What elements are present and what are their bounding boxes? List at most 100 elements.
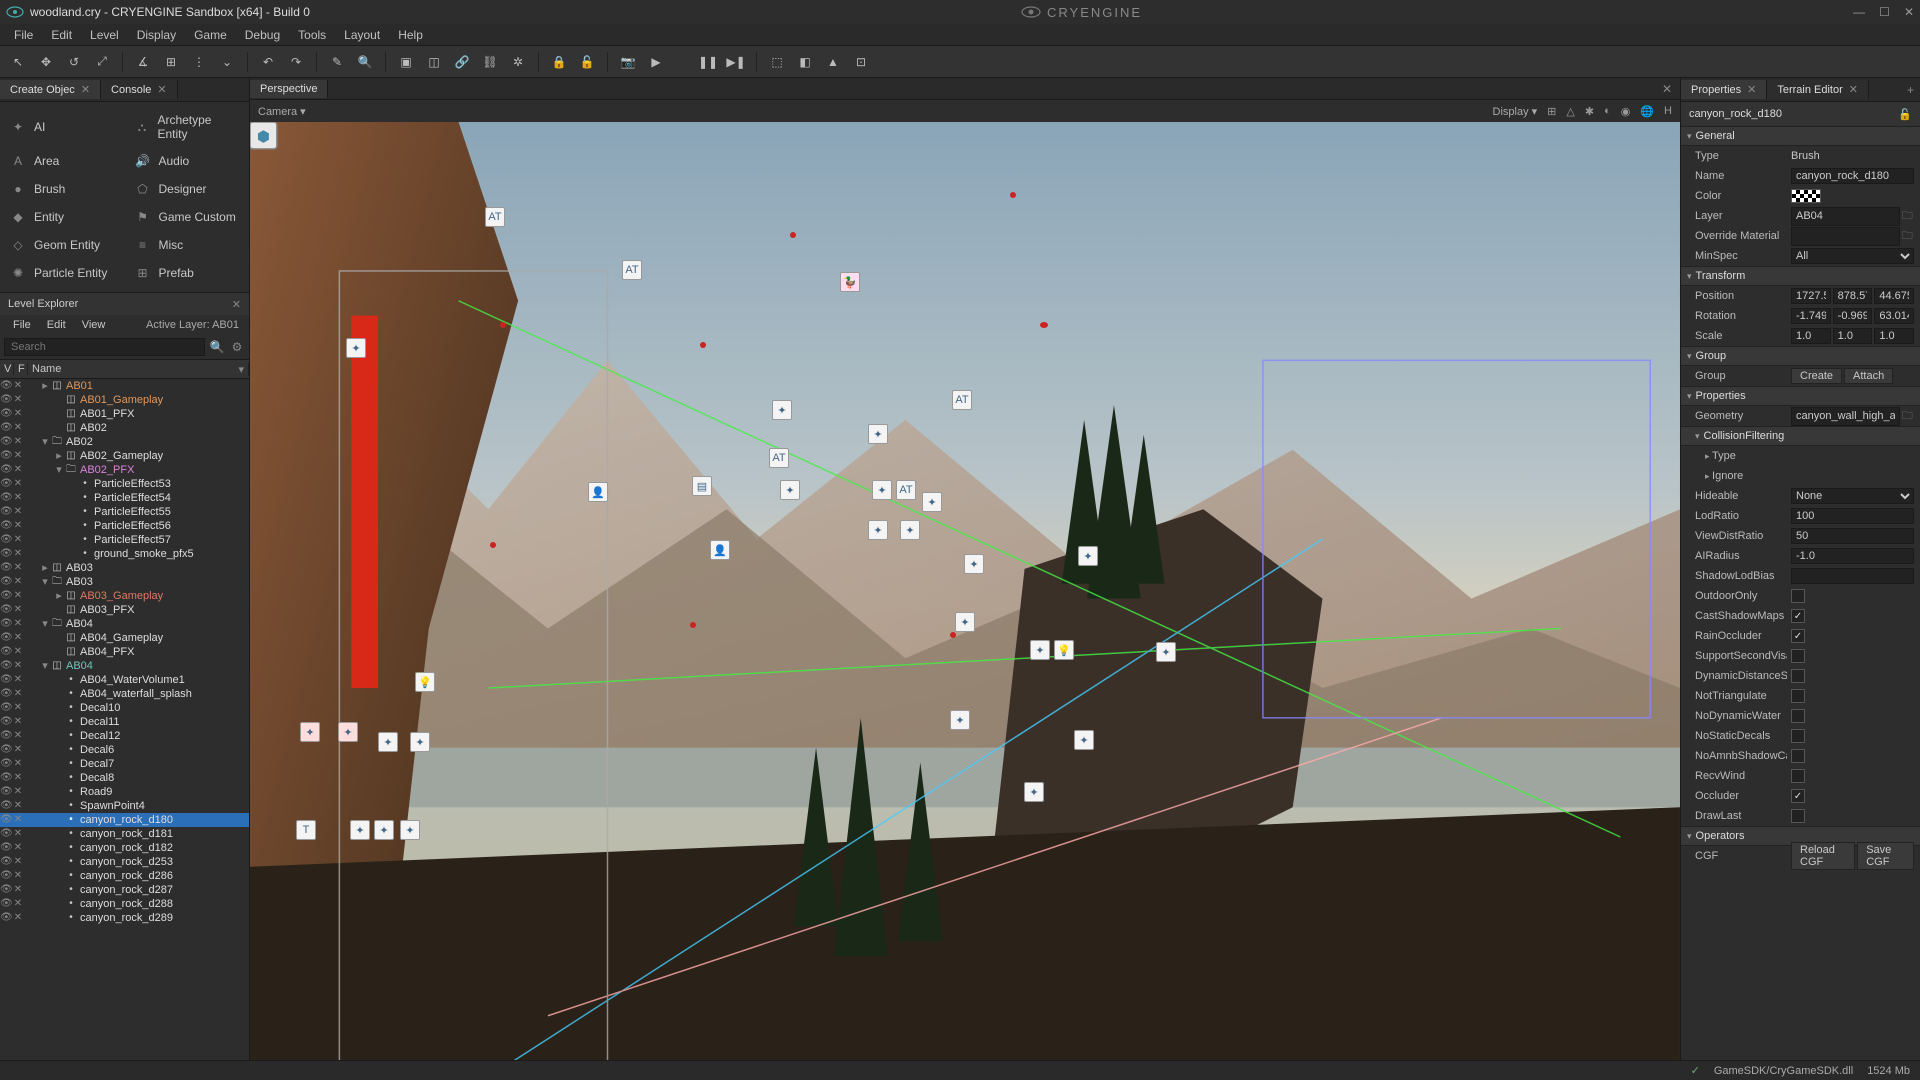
tree-item[interactable]: 👁✕•canyon_rock_d181 — [0, 827, 249, 841]
visibility-icon[interactable]: 👁 — [0, 883, 12, 897]
scale-y-input[interactable] — [1833, 328, 1873, 344]
menu-game[interactable]: Game — [186, 26, 235, 44]
save-cgf-button[interactable]: Save CGF — [1857, 842, 1914, 870]
castshadow-checkbox[interactable]: ✓ — [1791, 609, 1805, 623]
freeze-icon[interactable]: ✕ — [12, 589, 24, 603]
create-prefab[interactable]: ⊞Prefab — [129, 260, 246, 286]
col-visibility[interactable]: V — [0, 363, 14, 375]
tree-item[interactable]: 👁✕▸◫AB03 — [0, 561, 249, 575]
folder-icon[interactable]: 🗀 — [1902, 207, 1914, 226]
shadowlod-input[interactable] — [1791, 568, 1914, 584]
tree-item[interactable]: 👁✕•ParticleEffect53 — [0, 477, 249, 491]
freeze-icon[interactable]: ✕ — [12, 561, 24, 575]
freeze-icon[interactable]: ✕ — [12, 883, 24, 897]
rot-z-input[interactable] — [1874, 308, 1914, 324]
pos-x-input[interactable] — [1791, 288, 1831, 304]
le-menu-edit[interactable]: Edit — [40, 318, 73, 332]
link-tool[interactable]: 🔗 — [450, 50, 474, 74]
freeze-icon[interactable]: ✕ — [12, 743, 24, 757]
visibility-icon[interactable]: 👁 — [0, 659, 12, 673]
tree-item[interactable]: 👁✕•AB04_WaterVolume1 — [0, 673, 249, 687]
tree-item[interactable]: 👁✕•canyon_rock_d253 — [0, 855, 249, 869]
unlock-button[interactable]: 🔓 — [575, 50, 599, 74]
visibility-icon[interactable]: 👁 — [0, 505, 12, 519]
le-menu-view[interactable]: View — [75, 318, 113, 332]
freeze-icon[interactable]: ✕ — [12, 855, 24, 869]
tree-item[interactable]: 👁✕▾🗀AB02 — [0, 435, 249, 449]
redo-button[interactable]: ↷ — [284, 50, 308, 74]
snap-vertex-tool[interactable]: ⋮ — [187, 50, 211, 74]
freeze-icon[interactable]: ✕ — [12, 617, 24, 631]
search-input[interactable] — [4, 338, 205, 356]
create-game-custom[interactable]: ⚑Game Custom — [129, 204, 246, 230]
tree-item[interactable]: 👁✕•canyon_rock_d287 — [0, 883, 249, 897]
dyndist-checkbox[interactable] — [1791, 669, 1805, 683]
pos-z-input[interactable] — [1874, 288, 1914, 304]
menu-level[interactable]: Level — [82, 26, 127, 44]
freeze-icon[interactable]: ✕ — [12, 435, 24, 449]
nodynwater-checkbox[interactable] — [1791, 709, 1805, 723]
step-button[interactable]: ▶❚ — [724, 50, 748, 74]
visibility-icon[interactable]: 👁 — [0, 435, 12, 449]
visibility-icon[interactable]: 👁 — [0, 715, 12, 729]
freeze-icon[interactable]: ✕ — [12, 645, 24, 659]
tree-item[interactable]: 👁✕•ParticleEffect57 — [0, 533, 249, 547]
geometry-input[interactable] — [1791, 407, 1900, 426]
tab-console[interactable]: Console ✕ — [101, 80, 178, 99]
freeze-icon[interactable]: ✕ — [12, 827, 24, 841]
ratio-icon[interactable]: ◐ — [1604, 105, 1611, 117]
select-tool[interactable]: ↖ — [6, 50, 30, 74]
menu-help[interactable]: Help — [390, 26, 431, 44]
close-icon[interactable]: ✕ — [81, 83, 90, 96]
visibility-icon[interactable]: 👁 — [0, 673, 12, 687]
tree-item[interactable]: 👁✕•ground_smoke_pfx5 — [0, 547, 249, 561]
menu-display[interactable]: Display — [129, 26, 184, 44]
tree-item[interactable]: 👁✕▾🗀AB02_PFX — [0, 463, 249, 477]
freeze-icon[interactable]: ✕ — [12, 799, 24, 813]
expand-icon[interactable]: ▾ — [40, 659, 50, 673]
visibility-icon[interactable]: 👁 — [0, 771, 12, 785]
visibility-icon[interactable]: 👁 — [0, 687, 12, 701]
noamnb-checkbox[interactable] — [1791, 749, 1805, 763]
tab-terrain-editor[interactable]: Terrain Editor ✕ — [1767, 80, 1869, 99]
color-swatch[interactable] — [1791, 189, 1821, 203]
tree-item[interactable]: 👁✕•canyon_rock_d286 — [0, 869, 249, 883]
tab-perspective[interactable]: Perspective — [250, 80, 328, 98]
play-button[interactable]: ▶ — [644, 50, 668, 74]
visibility-icon[interactable]: 👁 — [0, 407, 12, 421]
folder-icon[interactable]: 🗀 — [1902, 227, 1914, 246]
visibility-icon[interactable]: 👁 — [0, 449, 12, 463]
lodratio-input[interactable] — [1791, 508, 1914, 524]
visibility-icon[interactable]: 👁 — [0, 841, 12, 855]
freeze-icon[interactable]: ✕ — [12, 491, 24, 505]
menu-file[interactable]: File — [6, 26, 41, 44]
freeze-icon[interactable]: ✕ — [12, 519, 24, 533]
snap-angle-tool[interactable]: ∡ — [131, 50, 155, 74]
freeze-icon[interactable]: ✕ — [12, 379, 24, 393]
visibility-icon[interactable]: 👁 — [0, 757, 12, 771]
section-transform[interactable]: ▾Transform — [1681, 266, 1920, 286]
tree-item[interactable]: 👁✕▸◫AB01 — [0, 379, 249, 393]
tree-item[interactable]: 👁✕▸◫AB03_Gameplay — [0, 589, 249, 603]
add-tab-icon[interactable]: + — [1901, 83, 1920, 97]
lock-button[interactable]: 🔒 — [547, 50, 571, 74]
freeze-icon[interactable]: ✕ — [12, 421, 24, 435]
expand-icon[interactable]: ▸ — [40, 561, 50, 575]
visibility-icon[interactable]: 👁 — [0, 393, 12, 407]
name-input[interactable] — [1791, 168, 1914, 184]
display-dropdown[interactable]: Display ▾ — [1493, 105, 1538, 118]
close-icon[interactable]: ✕ — [1654, 82, 1680, 96]
visibility-icon[interactable]: 👁 — [0, 799, 12, 813]
maximize-button[interactable]: ☐ — [1879, 5, 1890, 19]
rainoccluder-checkbox[interactable]: ✓ — [1791, 629, 1805, 643]
freeze-icon[interactable]: ✕ — [12, 911, 24, 925]
freeze-icon[interactable]: ✕ — [12, 715, 24, 729]
undo-button[interactable]: ↶ — [256, 50, 280, 74]
create-geom-entity[interactable]: ◇Geom Entity — [4, 232, 121, 258]
visibility-icon[interactable]: 👁 — [0, 547, 12, 561]
minimize-button[interactable]: — — [1853, 5, 1865, 19]
visibility-icon[interactable]: 👁 — [0, 855, 12, 869]
visibility-icon[interactable]: 👁 — [0, 603, 12, 617]
expand-icon[interactable]: ▸ — [54, 589, 64, 603]
tab-properties[interactable]: Properties ✕ — [1681, 80, 1767, 99]
